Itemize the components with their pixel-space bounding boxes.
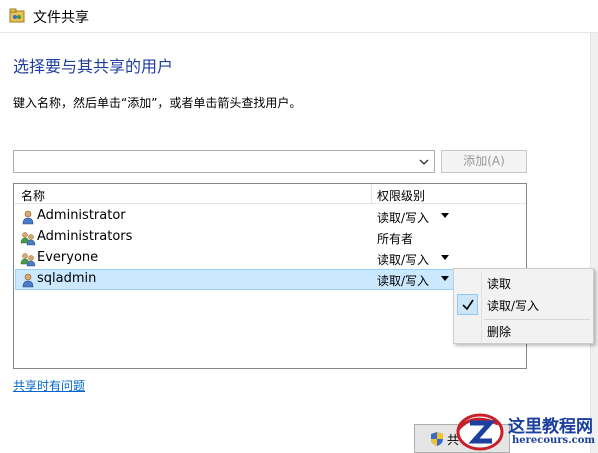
column-divider[interactable]: [371, 184, 372, 204]
menu-item-read[interactable]: 读取: [487, 275, 511, 292]
file-sharing-window: 文件共享 选择要与其共享的用户 键入名称，然后单击“添加”，或者单击箭头查找用户…: [0, 0, 598, 453]
permission-level[interactable]: 读取/写入: [377, 272, 429, 289]
file-sharing-app-icon: [9, 8, 25, 23]
menu-gutter: [481, 271, 482, 341]
list-item[interactable]: Administrator 读取/写入: [15, 206, 525, 227]
user-icon: [22, 273, 34, 288]
window-edge: [590, 33, 598, 453]
instruction-text: 键入名称，然后单击“添加”，或者单击箭头查找用户。: [13, 96, 302, 110]
permission-context-menu: 读取 读取/写入 删除: [453, 268, 594, 344]
sharing-help-link[interactable]: 共享时有问题: [13, 377, 85, 394]
uac-shield-icon: [431, 432, 443, 446]
watermark-logo: 这里教程网 herecours.com: [452, 410, 598, 453]
list-header: 名称 权限级别: [14, 184, 526, 204]
page-heading: 选择要与其共享的用户: [13, 57, 174, 76]
user-name-input[interactable]: [16, 153, 411, 170]
window-title: 文件共享: [33, 10, 89, 26]
permission-level[interactable]: 读取/写入: [377, 209, 429, 226]
permission-level[interactable]: 读取/写入: [377, 251, 429, 268]
menu-item-remove[interactable]: 删除: [487, 323, 511, 340]
checkmark-icon: [462, 299, 474, 311]
checkmark-box: [457, 294, 478, 315]
user-name: Administrator: [37, 208, 126, 223]
list-item[interactable]: Everyone 读取/写入: [15, 248, 525, 269]
caret-down-icon[interactable]: [441, 255, 449, 260]
user-name: Everyone: [37, 250, 99, 265]
group-icon: [20, 253, 36, 267]
list-item-selected[interactable]: sqladmin 读取/写入: [15, 269, 525, 290]
column-header-permission[interactable]: 权限级别: [377, 187, 425, 204]
user-icon: [22, 210, 34, 225]
user-list: 名称 权限级别 Administrator 读取/写入 Administrato…: [13, 183, 527, 369]
user-name: Administrators: [37, 229, 133, 244]
watermark-line1: 这里教程网: [508, 417, 593, 437]
add-button[interactable]: 添加(A): [441, 150, 527, 173]
list-item[interactable]: Administrators 所有者: [15, 227, 525, 248]
caret-down-icon[interactable]: [441, 276, 449, 281]
title-bar: 文件共享: [0, 0, 598, 33]
permission-level: 所有者: [377, 232, 414, 246]
watermark-line2: herecours.com: [512, 435, 596, 446]
caret-down-icon[interactable]: [441, 213, 449, 218]
watermark-z-icon: [456, 413, 504, 451]
user-name: sqladmin: [37, 271, 97, 286]
chevron-down-icon[interactable]: [417, 154, 431, 170]
column-header-name[interactable]: 名称: [21, 187, 45, 204]
user-name-combobox[interactable]: [13, 150, 435, 173]
menu-separator: [484, 319, 590, 320]
menu-item-read-write[interactable]: 读取/写入: [487, 297, 539, 314]
group-icon: [20, 232, 36, 246]
